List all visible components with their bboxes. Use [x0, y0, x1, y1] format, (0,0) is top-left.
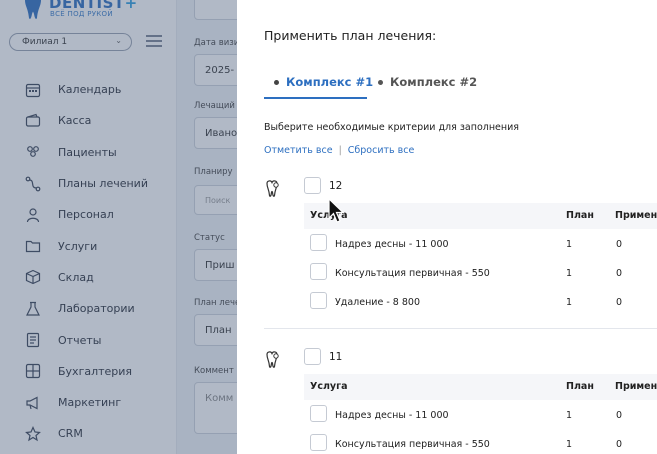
service-applied: 0	[616, 410, 623, 421]
link-separator: |	[338, 145, 342, 156]
service-name: Надрез десны - 11 000	[335, 239, 449, 250]
selection-links: Отметить все | Сбросить все	[264, 145, 414, 156]
column-plan: План	[566, 210, 594, 221]
tab-label: Комплекс #2	[390, 75, 478, 89]
service-plan: 1	[566, 297, 573, 308]
service-name: Удаление - 8 800	[335, 297, 420, 308]
service-applied: 0	[616, 297, 623, 308]
service-plan: 1	[566, 439, 573, 450]
service-name: Консультация первичная - 550	[335, 439, 490, 450]
tooth-icon	[266, 351, 279, 368]
service-name: Надрез десны - 11 000	[335, 410, 449, 421]
dot-icon	[274, 79, 279, 85]
service-plan: 1	[566, 268, 573, 279]
table-row: Консультация первичная - 550 1 0	[304, 260, 657, 289]
complex-tabs: Комплекс #1 Комплекс #2	[264, 75, 657, 99]
apply-treatment-plan-modal: Применить план лечения: Комплекс #1 Комп…	[237, 0, 657, 454]
service-plan: 1	[566, 410, 573, 421]
column-service: Услуга	[310, 381, 348, 392]
reset-all-link[interactable]: Сбросить все	[348, 145, 415, 156]
tab-complex-2[interactable]: Комплекс #2	[378, 75, 477, 89]
tooth-checkbox[interactable]	[304, 348, 321, 365]
table-row: Консультация первичная - 550 1 0	[304, 431, 657, 454]
group-divider	[264, 328, 657, 329]
service-applied: 0	[616, 268, 623, 279]
tooth-checkbox[interactable]	[304, 177, 321, 194]
service-applied: 0	[616, 239, 623, 250]
service-checkbox[interactable]	[310, 234, 327, 251]
active-tab-indicator	[264, 97, 367, 99]
services-table-header: Услуга План Примен	[304, 203, 657, 229]
select-all-link[interactable]: Отметить все	[264, 145, 333, 156]
service-applied: 0	[616, 439, 623, 450]
table-row: Удаление - 8 800 1 0	[304, 289, 657, 318]
column-applied: Примен	[615, 381, 657, 392]
tooth-number: 12	[329, 180, 343, 192]
column-applied: Примен	[615, 210, 657, 221]
mouse-cursor-icon	[328, 198, 345, 223]
dot-icon	[378, 79, 383, 85]
instruction-text: Выберите необходимые критерии для заполн…	[264, 122, 519, 133]
table-row: Надрез десны - 11 000 1 0	[304, 402, 657, 431]
service-plan: 1	[566, 239, 573, 250]
service-checkbox[interactable]	[310, 263, 327, 280]
modal-title: Применить план лечения:	[264, 28, 437, 43]
tooth-number: 11	[329, 351, 343, 363]
service-checkbox[interactable]	[310, 292, 327, 309]
services-table-header: Услуга План Примен	[304, 374, 657, 400]
table-row: Надрез десны - 11 000 1 0	[304, 231, 657, 260]
service-name: Консультация первичная - 550	[335, 268, 490, 279]
tab-label: Комплекс #1	[286, 75, 374, 89]
tab-complex-1[interactable]: Комплекс #1	[274, 75, 373, 89]
service-checkbox[interactable]	[310, 434, 327, 451]
column-plan: План	[566, 381, 594, 392]
tooth-icon	[266, 180, 279, 197]
service-checkbox[interactable]	[310, 405, 327, 422]
